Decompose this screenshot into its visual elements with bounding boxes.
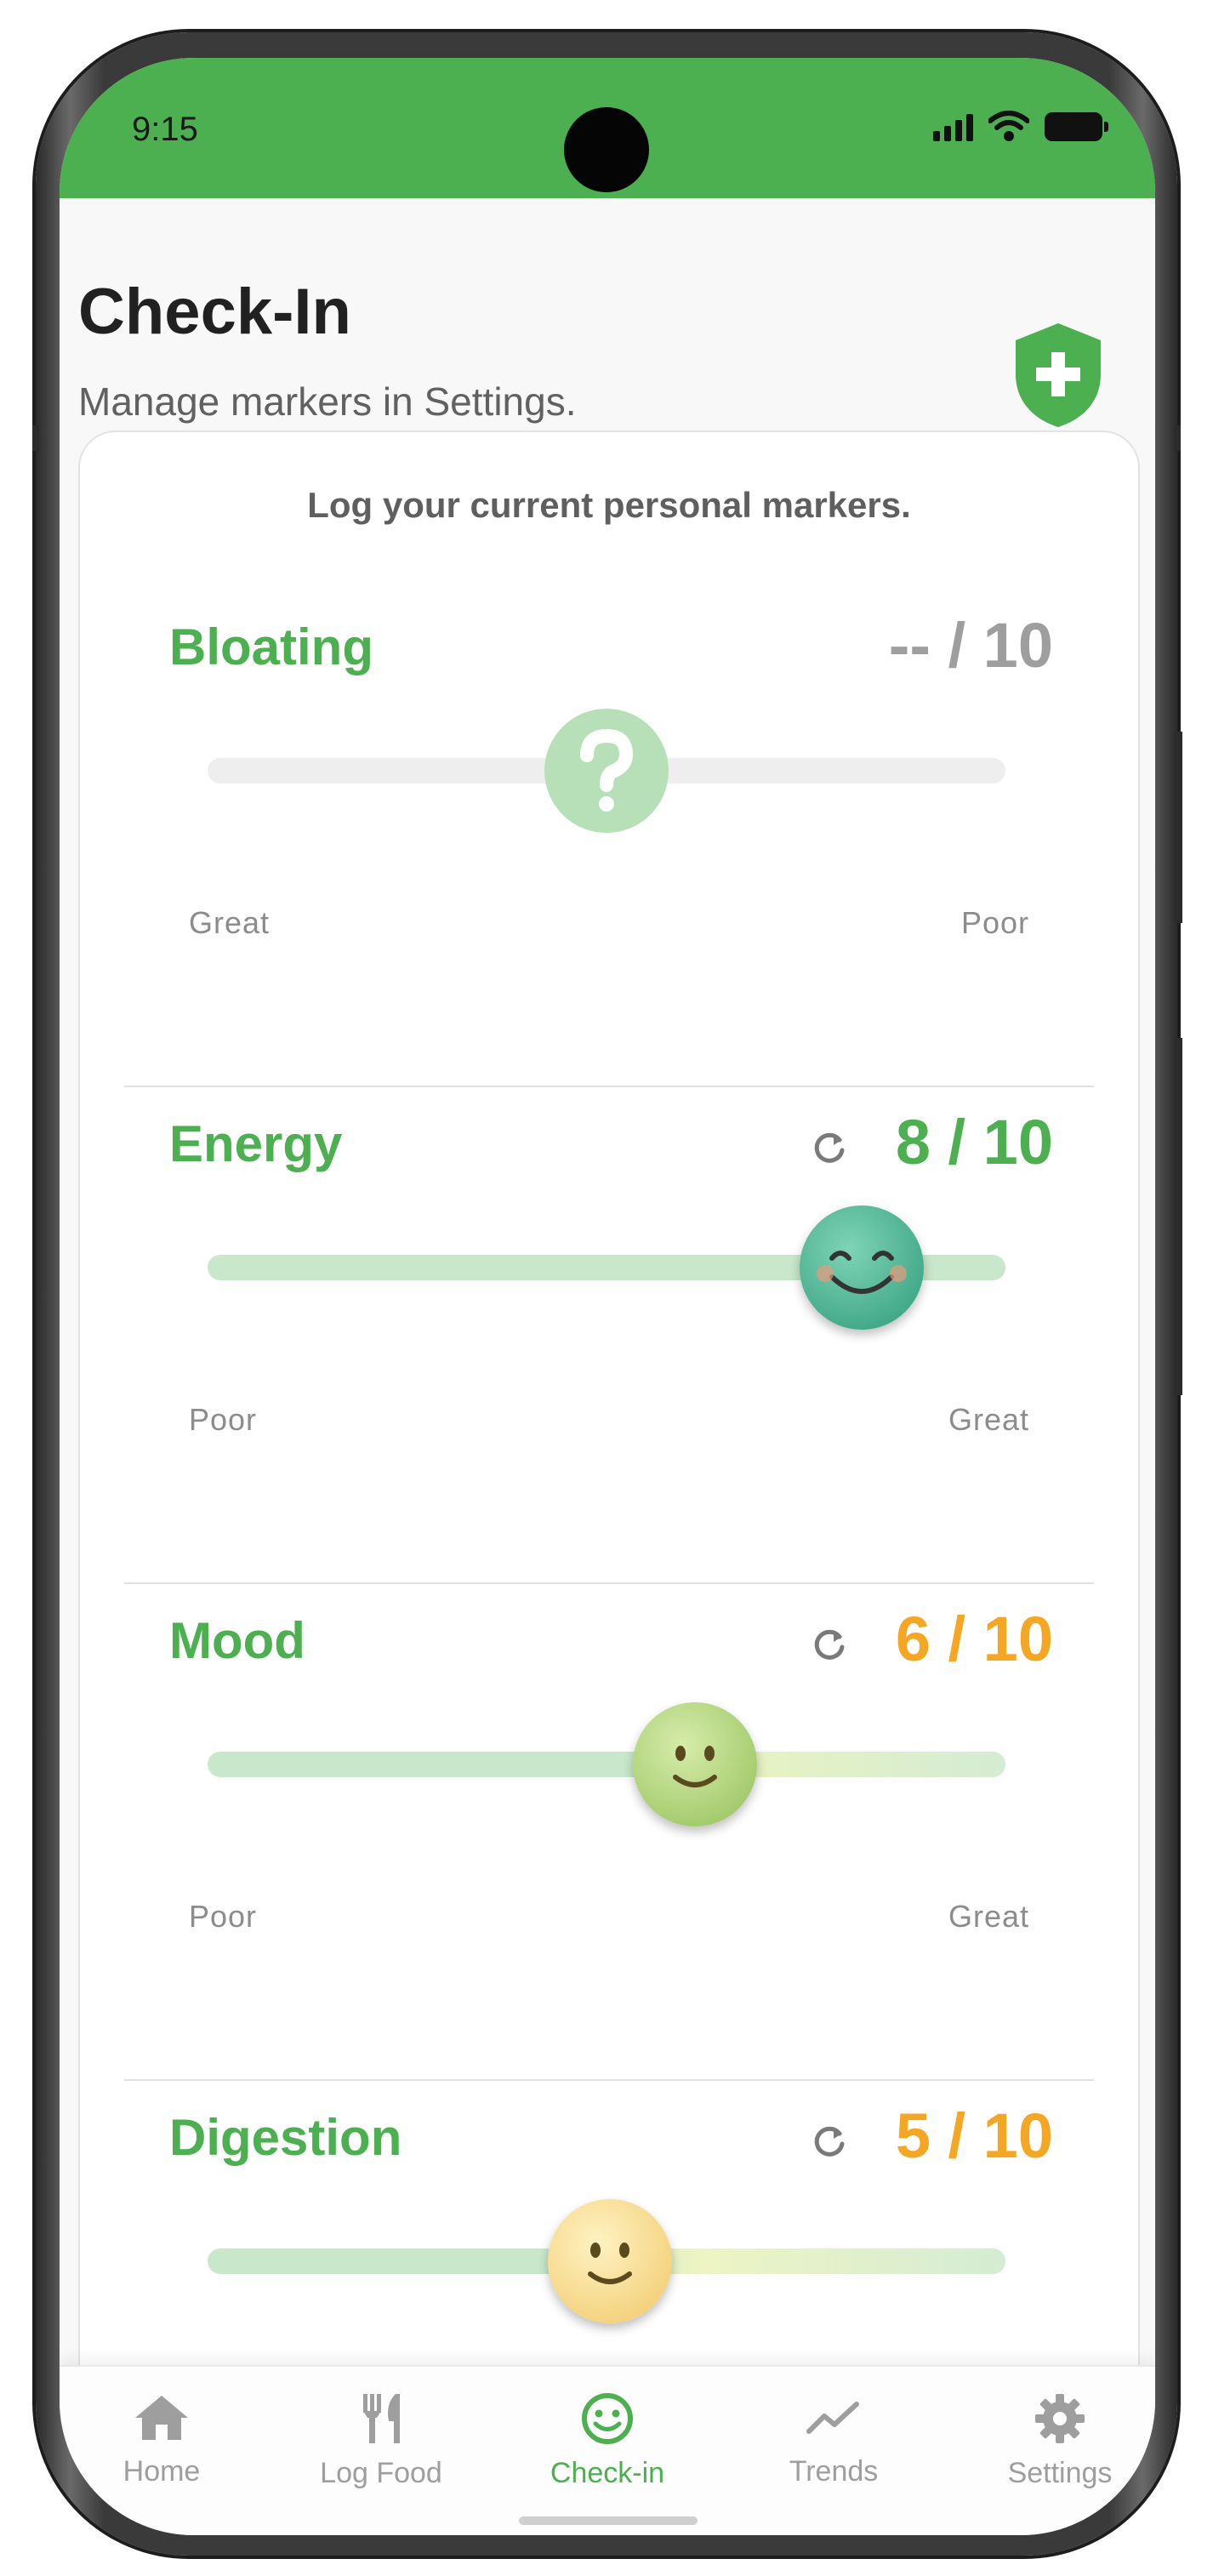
trend-line-icon	[806, 2402, 859, 2434]
app-screen: 9:15 Check-In Manage markers in Settings…	[60, 58, 1155, 2535]
bottom-nav: Home Log Food Check-in Trends Settings	[60, 2365, 1155, 2535]
fork-knife-icon	[363, 2394, 400, 2443]
marker-energy: Energy 8 / 10 Poor Great	[80, 1107, 1138, 1612]
card-intro: Log your current personal markers.	[307, 485, 911, 525]
slight-smile-icon	[588, 2243, 632, 2284]
nav-label: Check-in	[550, 2457, 665, 2489]
scale-max-label: Great	[948, 1402, 1029, 1437]
nav-label: Home	[122, 2455, 201, 2488]
slider-thumb-smiling[interactable]	[548, 2199, 672, 2323]
nav-item-home[interactable]: Home	[60, 2392, 264, 2488]
phone-side-button	[1174, 1038, 1182, 1395]
status-bar: 9:15	[60, 58, 1155, 198]
battery-icon	[1045, 112, 1108, 141]
marker-value: 6 / 10	[895, 1604, 1053, 1674]
marker-name: Bloating	[169, 618, 373, 675]
slight-smile-icon	[673, 1746, 717, 1787]
divider	[124, 1582, 1094, 1584]
marker-name: Mood	[169, 1612, 305, 1669]
nav-item-trends[interactable]: Trends	[732, 2392, 936, 2488]
wifi-icon	[988, 111, 1029, 141]
markers-card: Log your current personal markers. Bloat…	[78, 430, 1140, 2476]
nav-label: Trends	[789, 2455, 879, 2488]
grinning-face-icon	[817, 1251, 907, 1294]
shield-plus-icon[interactable]	[1012, 322, 1104, 429]
signal-icon	[933, 112, 973, 141]
marker-name: Energy	[169, 1115, 343, 1172]
marker-value: -- / 10	[888, 610, 1053, 681]
question-mark-icon	[580, 728, 634, 812]
nav-item-check-in[interactable]: Check-in	[505, 2392, 709, 2490]
nav-label: Settings	[1007, 2457, 1113, 2489]
page-title: Check-In	[78, 276, 351, 348]
divider	[124, 2079, 1094, 2081]
reset-icon[interactable]	[810, 1128, 849, 1167]
slider-track[interactable]	[208, 1752, 1005, 1777]
scale-min-label: Poor	[189, 1402, 258, 1437]
nav-item-log-food[interactable]: Log Food	[279, 2392, 483, 2490]
scale-max-label: Poor	[960, 905, 1029, 940]
status-time: 9:15	[132, 111, 198, 148]
camera-cutout	[564, 107, 649, 192]
reset-icon[interactable]	[810, 2122, 849, 2161]
page-subtitle: Manage markers in Settings.	[78, 379, 577, 424]
smiley-icon	[582, 2393, 633, 2444]
status-icons	[933, 111, 1108, 143]
gear-icon	[1035, 2394, 1085, 2443]
scale-min-label: Poor	[189, 1899, 258, 1934]
scale-min-label: Great	[189, 905, 271, 940]
reset-icon[interactable]	[810, 1625, 849, 1664]
nav-label: Log Food	[320, 2457, 442, 2489]
slider-thumb-unknown[interactable]	[544, 709, 669, 833]
slider-thumb-grinning[interactable]	[800, 1205, 924, 1330]
slider-thumb-smiling[interactable]	[633, 1702, 757, 1827]
marker-bloating: Bloating -- / 10 Great Poor	[80, 610, 1138, 1115]
phone-side-button	[1174, 425, 1181, 451]
nav-item-settings[interactable]: Settings	[958, 2392, 1155, 2490]
marker-value: 5 / 10	[895, 2100, 1053, 2171]
phone-side-button	[1174, 732, 1182, 923]
marker-mood: Mood 6 / 10 Poor Great	[80, 1604, 1138, 2109]
marker-value: 8 / 10	[895, 1107, 1053, 1177]
marker-name: Digestion	[169, 2109, 402, 2166]
home-icon	[135, 2396, 188, 2440]
phone-side-button	[32, 425, 39, 451]
home-indicator[interactable]	[519, 2516, 698, 2525]
divider	[124, 1086, 1094, 1087]
scale-max-label: Great	[948, 1899, 1029, 1934]
